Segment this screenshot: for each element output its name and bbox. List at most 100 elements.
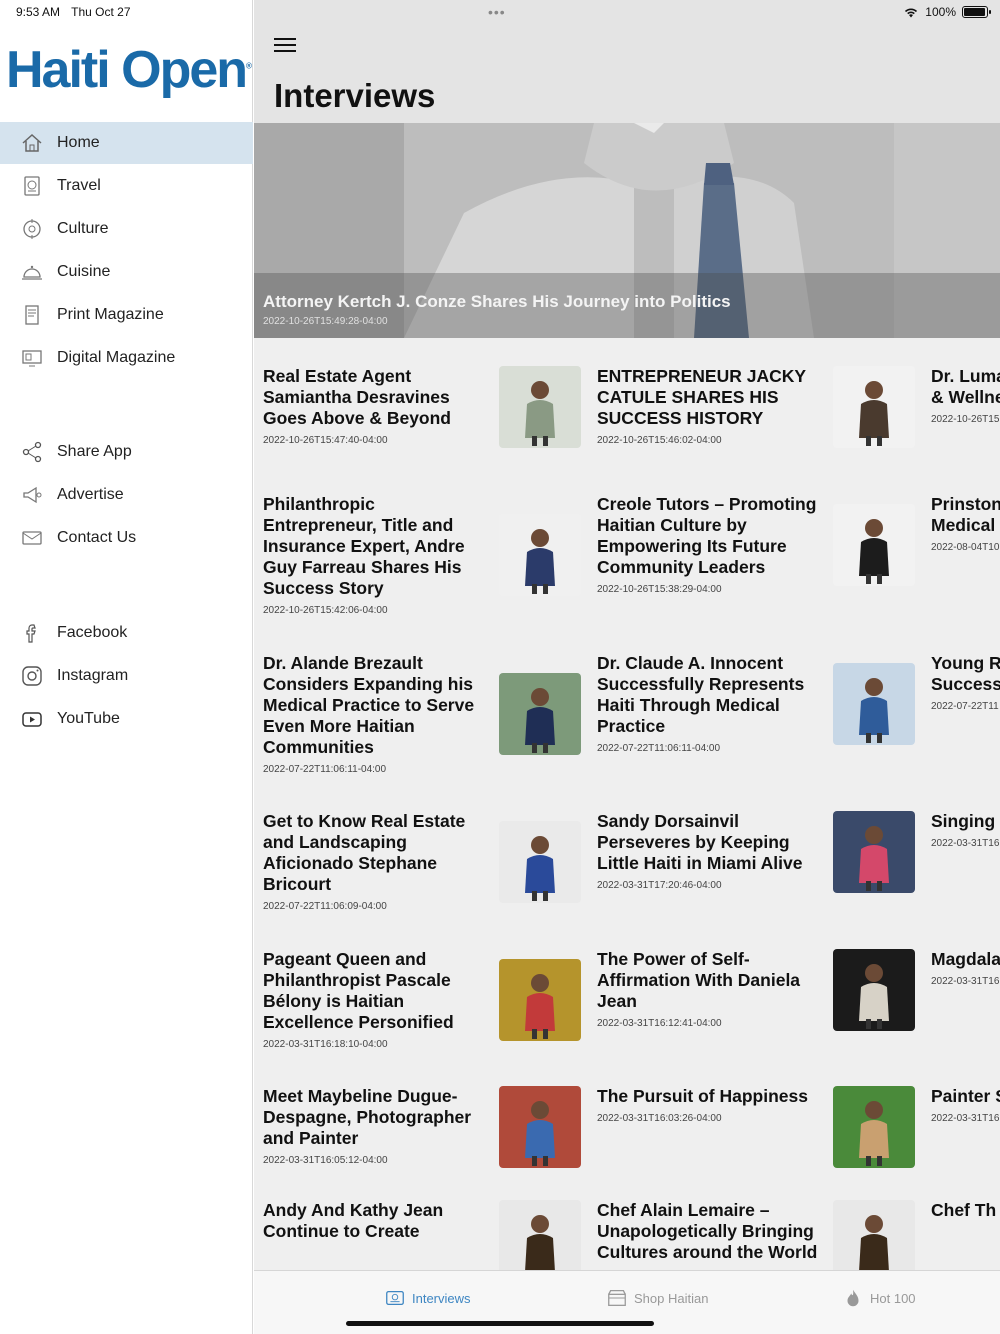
hero-title: Attorney Kertch J. Conze Shares His Jour… <box>263 292 731 311</box>
status-bar-left: 9:53 AM Thu Oct 27 <box>16 5 139 19</box>
sidebar-item-contact-us[interactable]: Contact Us <box>0 517 253 559</box>
megaphone-icon <box>19 483 45 507</box>
article-date: 2022-03-31T17:20:46-04:00 <box>597 880 722 891</box>
tab-interviews[interactable]: Interviews <box>384 1287 471 1309</box>
tab-label: Shop Haitian <box>634 1290 709 1306</box>
article-thumbnail <box>833 949 915 1031</box>
passport-icon <box>19 174 45 198</box>
article-title: Pageant Queen and Philanthropist Pascale… <box>263 949 454 1032</box>
sidebar-item-digital-magazine[interactable]: Digital Magazine <box>0 337 253 379</box>
sidebar-item-label: Contact Us <box>57 529 137 546</box>
battery-icon <box>962 6 991 18</box>
tab-bar: Interviews Shop Haitian Hot 100 <box>254 1270 1000 1334</box>
article-date: 2022-03-31T16:05:12-04:00 <box>263 1155 388 1166</box>
sidebar-item-culture[interactable]: Culture <box>0 208 253 250</box>
tab-hot-100[interactable]: Hot 100 <box>842 1287 916 1309</box>
sidebar-item-label: Share App <box>57 443 132 460</box>
article-title: Get to Know Real Estate and Landscaping … <box>263 811 466 894</box>
sidebar-item-travel[interactable]: Travel <box>0 165 253 207</box>
home-indicator <box>346 1321 654 1326</box>
multitasking-dots-icon[interactable]: ••• <box>488 4 506 20</box>
mail-icon <box>19 526 45 550</box>
article-date: 2022-07-22T11 <box>931 701 999 712</box>
instagram-icon <box>19 664 45 688</box>
facebook-icon <box>19 621 45 645</box>
interviews-icon <box>386 1290 404 1306</box>
article-title: Singing Cadelou <box>931 811 1000 831</box>
article-title: Andy And Kathy Jean Continue to Create <box>263 1200 444 1241</box>
header: Interviews <box>254 0 1000 123</box>
sidebar-item-print-magazine[interactable]: Print Magazine <box>0 294 253 336</box>
sidebar-item-label: Instagram <box>57 667 129 684</box>
magazine-icon <box>19 303 45 327</box>
article-thumbnail <box>499 673 581 755</box>
hamburger-menu-icon[interactable] <box>274 38 296 58</box>
sidebar-item-facebook[interactable]: Facebook <box>0 612 253 654</box>
article-date: 2022-03-31T16 <box>931 1113 1000 1124</box>
article-date: 2022-10-26T15:47:40-04:00 <box>263 435 388 446</box>
sidebar-item-share-app[interactable]: Share App <box>0 431 253 473</box>
article-thumbnail <box>833 1086 915 1168</box>
article-date: 2022-07-22T11:06:09-04:00 <box>263 901 387 912</box>
article-title: Creole Tutors – Promoting Haitian Cultur… <box>597 494 817 577</box>
article-thumbnail <box>833 662 915 745</box>
article-title: Dr. Claude A. Innocent Successfully Repr… <box>597 653 805 736</box>
tab-label: Hot 100 <box>870 1290 916 1306</box>
article-date: 2022-03-31T16:03:26-04:00 <box>597 1113 722 1124</box>
article-date: 2022-07-22T11:06:11-04:00 <box>597 743 721 754</box>
wifi-icon <box>905 8 918 18</box>
flame-icon <box>847 1289 859 1307</box>
article-title: Young R Patrick N Success <box>931 653 1000 694</box>
sidebar-item-label: Facebook <box>57 624 128 641</box>
article-thumbnail <box>833 503 915 586</box>
hero-article[interactable]: Attorney Kertch J. Conze Shares His Jour… <box>254 123 1000 338</box>
article-thumbnail <box>499 514 581 596</box>
sidebar-item-label: Advertise <box>57 486 124 503</box>
status-time: 9:53 AM <box>16 5 61 19</box>
article-title: Magdala Her Way <box>931 949 1000 969</box>
article-thumbnail <box>499 366 581 448</box>
article-title: Real Estate Agent Samiantha Desravines G… <box>263 366 451 428</box>
article-date: 2022-03-31T16:18:10-04:00 <box>263 1039 388 1050</box>
sidebar-item-label: Culture <box>57 220 109 237</box>
sidebar-item-label: Digital Magazine <box>57 349 176 366</box>
youtube-icon <box>19 707 45 731</box>
share-icon <box>19 440 45 464</box>
article-title: ENTREPRENEUR JACKY CATULE SHARES HIS SUC… <box>597 366 806 428</box>
sidebar-item-youtube[interactable]: YouTube <box>0 698 253 740</box>
article-title: Chef Th <box>931 1200 997 1220</box>
article-thumbnail <box>499 958 581 1041</box>
article-thumbnail <box>833 366 915 448</box>
sidebar-item-label: Home <box>57 134 100 151</box>
article-date: 2022-10-26T15:46:02-04:00 <box>597 435 722 446</box>
article-thumbnail <box>499 820 581 903</box>
sidebar-item-home[interactable]: Home <box>0 122 253 164</box>
article-thumbnail <box>499 1086 581 1168</box>
battery-percent: 100% <box>925 5 956 19</box>
article-title: The Power of Self-Affirmation With Danie… <box>597 949 801 1011</box>
sidebar-item-label: Cuisine <box>57 263 111 280</box>
main-content: Interviews Attorney Kertch J. Conze Shar… <box>254 0 1000 1334</box>
tab-shop-haitian[interactable]: Shop Haitian <box>606 1287 708 1309</box>
article-title: Sandy Dorsainvil Perseveres by Keeping L… <box>597 811 803 873</box>
article-date: 2022-03-31T16 <box>931 976 1000 987</box>
sidebar-item-instagram[interactable]: Instagram <box>0 655 253 697</box>
article-title: Meet Maybeline Dugue-Despagne, Photograp… <box>263 1086 472 1148</box>
article-date: 2022-03-31T16 <box>931 838 1000 849</box>
shop-icon <box>608 1290 626 1306</box>
article-date: 2022-10-26T15:38:29-04:00 <box>597 584 722 595</box>
article-title: Dr. Luma Waves a Lumana & Wellne <box>931 366 1000 407</box>
article-date: 2022-10-26T15:42:06-04:00 <box>263 605 388 616</box>
article-title: Chef Alain Lemaire – Unapologetically Br… <box>597 1200 818 1262</box>
article-date: 2022-10-26T15 <box>931 414 1000 425</box>
digital-magazine-icon <box>19 346 45 370</box>
culture-icon <box>19 217 45 241</box>
article-title: Dr. Alande Brezault Considers Expanding … <box>263 653 475 757</box>
article-date: 2022-08-04T10 <box>931 542 1000 553</box>
sidebar-item-cuisine[interactable]: Cuisine <box>0 251 253 293</box>
sidebar-item-advertise[interactable]: Advertise <box>0 474 253 516</box>
home-icon <box>19 131 45 155</box>
cloche-icon <box>19 260 45 284</box>
app-logo[interactable]: Haiti Open® <box>6 40 252 100</box>
sidebar: Haiti Open® Home Travel Culture Cuisine Prin… <box>0 0 253 1334</box>
